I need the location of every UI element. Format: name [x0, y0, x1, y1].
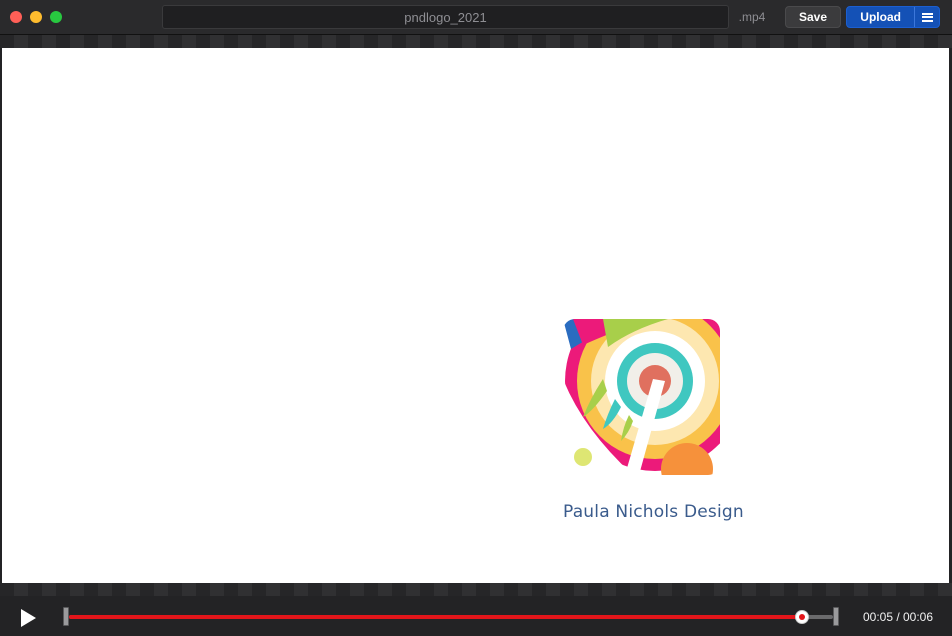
close-window-button[interactable] [10, 11, 22, 23]
upload-menu-button[interactable] [914, 7, 939, 27]
window-controls [10, 11, 62, 23]
filename-field[interactable] [162, 5, 729, 29]
playback-controls: 00:05 / 00:06 [0, 596, 952, 636]
file-extension-label: .mp4 [738, 10, 766, 24]
brand-logo-icon [563, 319, 720, 475]
timeline-track[interactable] [69, 615, 833, 619]
zoom-window-button[interactable] [50, 11, 62, 23]
timeline-progress-fill [69, 615, 803, 619]
play-icon[interactable] [18, 608, 38, 628]
save-button[interactable]: Save [785, 6, 841, 28]
video-preview[interactable]: Paula Nichols Design [2, 48, 949, 583]
brand-name-text: Paula Nichols Design [563, 502, 744, 522]
hamburger-menu-icon [921, 12, 933, 22]
title-bar: .mp4 Save Upload [0, 0, 952, 35]
upload-button-group: Upload [846, 6, 940, 28]
filmstrip-top [0, 35, 952, 48]
trim-end-handle[interactable] [833, 607, 839, 626]
playhead-scrubber[interactable] [795, 610, 810, 624]
time-display: 00:05 / 00:06 [862, 610, 934, 624]
upload-button[interactable]: Upload [847, 7, 914, 27]
filmstrip-bottom [0, 583, 952, 596]
filename-input[interactable] [163, 6, 728, 28]
minimize-window-button[interactable] [30, 11, 42, 23]
video-editor-window: .mp4 Save Upload [0, 0, 952, 636]
